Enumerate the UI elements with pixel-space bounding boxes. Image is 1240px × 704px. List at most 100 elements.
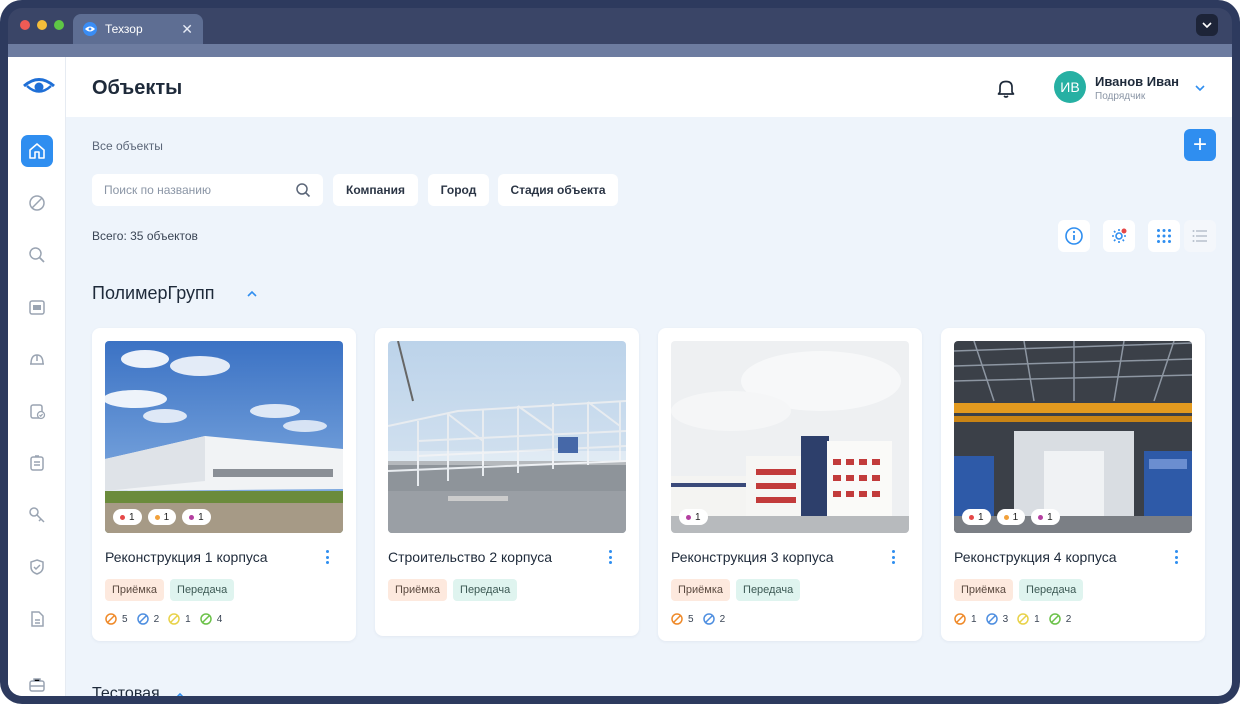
sidebar-item-tasks[interactable] [21, 447, 53, 479]
object-card[interactable]: 1 Реконструкция 3 корпуса Приёмка Переда… [658, 328, 922, 641]
object-card[interactable]: Строительство 2 корпуса Приёмка Передача [375, 328, 639, 636]
remark-counts: 1 3 1 2 [954, 613, 1071, 625]
info-icon [1065, 227, 1083, 245]
gear-icon [1112, 228, 1127, 243]
add-object-button[interactable]: + [1184, 129, 1216, 161]
search-icon [29, 247, 45, 263]
prohibited-icon [1017, 613, 1029, 625]
object-photo[interactable]: 1 [671, 341, 909, 533]
user-role: Подрядчик [1095, 91, 1146, 102]
more-menu-icon[interactable] [890, 549, 896, 565]
search-field[interactable] [92, 174, 323, 206]
calendar-icon [29, 300, 45, 315]
tag-transfer: Передача [170, 579, 235, 601]
logo-eye-icon[interactable] [22, 75, 56, 97]
minimize-window-button[interactable] [37, 20, 47, 30]
red-dot-icon [120, 514, 125, 520]
notifications-bell-icon[interactable] [995, 77, 1017, 99]
chevron-up-icon[interactable] [174, 689, 186, 696]
filter-company[interactable]: Компания [333, 174, 418, 206]
total-count: Всего: 35 объектов [92, 229, 198, 243]
tab-list-button[interactable] [1196, 14, 1218, 36]
card-title[interactable]: Реконструкция 3 корпуса [671, 549, 834, 565]
badge: 1 [182, 509, 211, 525]
browser-titlebar: Техзор ✕ [8, 8, 1232, 44]
list-icon [1192, 230, 1207, 242]
prohibited-icon [954, 613, 966, 625]
filter-stage[interactable]: Стадия объекта [498, 174, 618, 206]
remark-counts: 5 2 1 4 [105, 613, 222, 625]
count-blue: 2 [702, 613, 725, 625]
info-button[interactable] [1058, 220, 1090, 252]
sidebar-item-restrictions[interactable] [21, 187, 53, 219]
sidebar-item-security[interactable] [21, 551, 53, 583]
sidebar-item-documents[interactable] [21, 603, 53, 635]
badge-count: 1 [129, 511, 135, 523]
sidebar-item-safety[interactable] [21, 343, 53, 375]
grid-view-button[interactable] [1148, 220, 1180, 252]
clipboard-list-icon [30, 455, 44, 471]
object-photo[interactable] [388, 341, 626, 533]
sidebar-item-inspection[interactable] [21, 239, 53, 271]
sidebar-item-calendar[interactable] [21, 291, 53, 323]
sidebar-item-home[interactable] [21, 135, 53, 167]
count-yellow: 1 [1017, 613, 1040, 625]
prohibited-icon [105, 613, 117, 625]
more-menu-icon[interactable] [607, 549, 613, 565]
card-title[interactable]: Реконструкция 4 корпуса [954, 549, 1117, 565]
filter-city[interactable]: Город [428, 174, 489, 206]
maximize-window-button[interactable] [54, 20, 64, 30]
prohibited-icon [136, 613, 149, 625]
tag-acceptance: Приёмка [388, 579, 448, 601]
tags: Приёмка Передача [388, 579, 518, 601]
key-icon [29, 507, 45, 523]
purple-dot-icon [189, 514, 195, 520]
settings-button[interactable] [1103, 220, 1135, 252]
page-header: Объекты ИВ Иванов Иван Подрядчик [66, 57, 1232, 117]
tab-close-icon[interactable]: ✕ [181, 21, 193, 38]
sidebar-item-approvals[interactable] [21, 395, 53, 427]
tag-acceptance: Приёмка [671, 579, 731, 601]
prohibited-icon [199, 613, 212, 625]
breadcrumb[interactable]: Все объекты [92, 139, 163, 153]
chevron-down-icon[interactable] [1194, 81, 1206, 93]
object-photo[interactable]: 1 1 1 [954, 341, 1192, 533]
more-menu-icon[interactable] [1173, 549, 1179, 565]
document-icon [31, 611, 44, 627]
group-title: ПолимерГрупп [92, 283, 215, 303]
window-controls [20, 20, 64, 30]
badge-count: 1 [1047, 511, 1053, 523]
search-icon[interactable] [295, 182, 311, 198]
more-menu-icon[interactable] [324, 549, 330, 565]
sidebar-item-keys[interactable] [21, 499, 53, 531]
count-green: 2 [1048, 613, 1071, 625]
tags: Приёмка Передача [954, 579, 1084, 601]
tag-transfer: Передача [736, 579, 801, 601]
card-title[interactable]: Строительство 2 корпуса [388, 549, 552, 565]
close-window-button[interactable] [20, 20, 30, 30]
chevron-up-icon[interactable] [246, 287, 258, 299]
tag-acceptance: Приёмка [954, 579, 1014, 601]
user-name[interactable]: Иванов Иван [1095, 74, 1179, 89]
count-orange: 1 [954, 613, 977, 625]
count-orange: 5 [105, 613, 128, 625]
count-yellow: 1 [168, 613, 191, 625]
browser-tab[interactable]: Техзор ✕ [73, 14, 203, 44]
avatar[interactable]: ИВ [1054, 71, 1086, 103]
grid-icon [1157, 229, 1171, 243]
prohibited-icon [985, 613, 998, 625]
object-card[interactable]: 1 1 1 Реконструкция 4 корпуса Приёмка Пе… [941, 328, 1205, 641]
app: Объекты ИВ Иванов Иван Подрядчик Все объ… [8, 57, 1232, 696]
count-green: 4 [199, 613, 222, 625]
remark-counts: 5 2 [671, 613, 725, 625]
count-blue: 2 [136, 613, 159, 625]
object-card[interactable]: 1 1 1 Реконструкция 1 корпуса Приёмка Пе… [92, 328, 356, 641]
list-view-button[interactable] [1184, 220, 1216, 252]
count-orange: 5 [671, 613, 694, 625]
sidebar-item-portfolio[interactable] [21, 669, 53, 696]
tag-acceptance: Приёмка [105, 579, 165, 601]
badge-count: 1 [978, 511, 984, 523]
search-input[interactable] [104, 183, 284, 197]
card-title[interactable]: Реконструкция 1 корпуса [105, 549, 268, 565]
object-photo[interactable]: 1 1 1 [105, 341, 343, 533]
